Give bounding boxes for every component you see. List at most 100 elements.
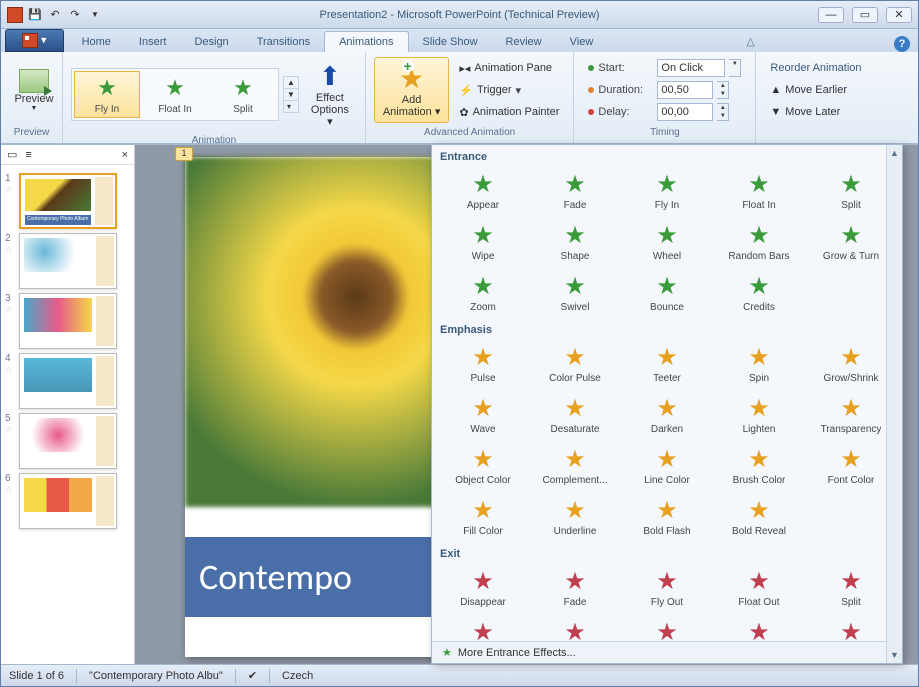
slide-thumb-4[interactable] [19, 353, 117, 409]
animation-pane-button[interactable]: ▸◂Animation Pane [459, 58, 559, 78]
anim-fly-out[interactable]: ★Fly Out [622, 564, 712, 613]
language-indicator[interactable]: Czech [282, 670, 313, 682]
maximize-button[interactable]: ▭ [852, 7, 878, 23]
tab-review[interactable]: Review [492, 32, 556, 52]
qat-dropdown-icon[interactable]: ▼ [87, 7, 103, 23]
anim-grow-turn[interactable]: ★Grow & Turn [806, 218, 896, 267]
preview-group-label: Preview [3, 126, 60, 141]
slide-thumb-3[interactable] [19, 293, 117, 349]
gallery-float-in[interactable]: ★Float In [142, 71, 208, 118]
anim-bold-flash[interactable]: ★Bold Flash [622, 493, 712, 542]
gallery-up-icon[interactable]: ▲ [284, 77, 298, 89]
anim-random-bars[interactable]: ★Random Bars [714, 615, 804, 641]
anim-pulse[interactable]: ★Pulse [438, 340, 528, 389]
gallery-split[interactable]: ★Split [210, 71, 276, 118]
gallery-fly-in[interactable]: ★Fly In [74, 71, 140, 118]
minimize-ribbon-icon[interactable]: △ [738, 31, 762, 52]
tab-view[interactable]: View [556, 32, 608, 52]
anim-underline[interactable]: ★Underline [530, 493, 620, 542]
add-animation-button[interactable]: ★+ AddAnimation ▾ [374, 57, 450, 123]
anim-complement-[interactable]: ★Complement... [530, 442, 620, 491]
dropdown-scrollbar[interactable]: ▲ ▼ [886, 145, 902, 663]
anim-wipe[interactable]: ★Wipe [438, 218, 528, 267]
slide-thumb-1[interactable]: Contemporary Photo Album [19, 173, 117, 229]
start-dropdown-icon[interactable]: ▼ [729, 59, 741, 77]
anim-shrink-turn[interactable]: ★Shrink & Turn [806, 615, 896, 641]
anim-random-bars[interactable]: ★Random Bars [714, 218, 804, 267]
star-icon: ★ [564, 172, 586, 198]
delay-input[interactable] [657, 103, 713, 121]
trigger-button[interactable]: ⚡Trigger ▾ [459, 80, 559, 100]
star-icon: ★ [748, 345, 770, 371]
undo-icon[interactable]: ↶ [47, 7, 63, 23]
tab-slide-show[interactable]: Slide Show [409, 32, 492, 52]
anim-split[interactable]: ★Split [806, 564, 896, 613]
outline-tab-icon[interactable]: ≡ [25, 149, 31, 161]
anim-wheel[interactable]: ★Wheel [622, 615, 712, 641]
anim-color-pulse[interactable]: ★Color Pulse [530, 340, 620, 389]
anim-bold-reveal[interactable]: ★Bold Reveal [714, 493, 804, 542]
slide-thumb-5[interactable] [19, 413, 117, 469]
anim-float-in[interactable]: ★Float In [714, 167, 804, 216]
anim-lighten[interactable]: ★Lighten [714, 391, 804, 440]
scroll-up-icon[interactable]: ▲ [887, 145, 902, 161]
duration-input[interactable] [657, 81, 713, 99]
anim-fly-in[interactable]: ★Fly In [622, 167, 712, 216]
thumbnails-tab-icon[interactable]: ▭ [7, 148, 17, 161]
anim-brush-color[interactable]: ★Brush Color [714, 442, 804, 491]
anim-wipe[interactable]: ★Wipe [438, 615, 528, 641]
anim-bounce[interactable]: ★Bounce [622, 269, 712, 318]
scroll-down-icon[interactable]: ▼ [887, 647, 902, 663]
preview-button[interactable]: Preview ▼ [9, 65, 59, 116]
anim-appear[interactable]: ★Appear [438, 167, 528, 216]
start-select[interactable] [657, 59, 725, 77]
star-icon: ★ [840, 223, 862, 249]
anim-shape[interactable]: ★Shape [530, 218, 620, 267]
tab-design[interactable]: Design [180, 32, 242, 52]
slide-thumb-6[interactable] [19, 473, 117, 529]
tab-home[interactable]: Home [68, 32, 125, 52]
anim-zoom[interactable]: ★Zoom [438, 269, 528, 318]
anim-disappear[interactable]: ★Disappear [438, 564, 528, 613]
anim-desaturate[interactable]: ★Desaturate [530, 391, 620, 440]
duration-spinner[interactable]: ▲▼ [717, 81, 729, 99]
anim-transparency[interactable]: ★Transparency [806, 391, 896, 440]
close-button[interactable]: ✕ [886, 7, 912, 23]
anim-teeter[interactable]: ★Teeter [622, 340, 712, 389]
anim-fade[interactable]: ★Fade [530, 167, 620, 216]
anim-line-color[interactable]: ★Line Color [622, 442, 712, 491]
anim-font-color[interactable]: ★Font Color [806, 442, 896, 491]
gallery-down-icon[interactable]: ▼ [284, 89, 298, 101]
anim-darken[interactable]: ★Darken [622, 391, 712, 440]
slide-thumbnails: 1☆Contemporary Photo Album2☆3☆4☆5☆6☆ [1, 165, 134, 664]
help-icon[interactable]: ? [894, 36, 910, 52]
anim-wheel[interactable]: ★Wheel [622, 218, 712, 267]
tab-animations[interactable]: Animations [324, 31, 408, 52]
animation-gallery[interactable]: ★Fly In★Float In★Split [71, 68, 279, 121]
redo-icon[interactable]: ↷ [67, 7, 83, 23]
anim-fill-color[interactable]: ★Fill Color [438, 493, 528, 542]
save-icon[interactable]: 💾 [27, 7, 43, 23]
anim-shape[interactable]: ★Shape [530, 615, 620, 641]
anim-credits[interactable]: ★Credits [714, 269, 804, 318]
tab-transitions[interactable]: Transitions [243, 32, 324, 52]
close-panel-icon[interactable]: × [122, 149, 128, 161]
anim-wave[interactable]: ★Wave [438, 391, 528, 440]
animation-tag[interactable]: 1 [175, 147, 193, 161]
spellcheck-icon[interactable]: ✔ [248, 669, 257, 682]
more-entrance-effects[interactable]: ★ More Entrance Effects... [432, 641, 902, 663]
delay-spinner[interactable]: ▲▼ [717, 103, 729, 121]
anim-object-color[interactable]: ★Object Color [438, 442, 528, 491]
minimize-button[interactable]: — [818, 7, 844, 23]
tab-insert[interactable]: Insert [125, 32, 181, 52]
slide-thumb-2[interactable] [19, 233, 117, 289]
anim-split[interactable]: ★Split [806, 167, 896, 216]
anim-spin[interactable]: ★Spin [714, 340, 804, 389]
anim-grow-shrink[interactable]: ★Grow/Shrink [806, 340, 896, 389]
anim-swivel[interactable]: ★Swivel [530, 269, 620, 318]
gallery-more-icon[interactable]: ▾ [284, 101, 298, 112]
anim-fade[interactable]: ★Fade [530, 564, 620, 613]
anim-float-out[interactable]: ★Float Out [714, 564, 804, 613]
effect-options-button[interactable]: ⬆ EffectOptions ▾ [303, 56, 357, 132]
file-tab[interactable]: ▾ [5, 29, 64, 52]
